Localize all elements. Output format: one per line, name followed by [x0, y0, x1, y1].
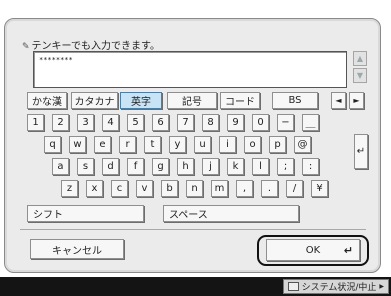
char-key[interactable]: ,	[236, 180, 253, 197]
char-key[interactable]: h	[177, 158, 194, 175]
char-key[interactable]: .	[261, 180, 278, 197]
char-key[interactable]: f	[127, 158, 144, 175]
char-key[interactable]: w	[69, 136, 86, 153]
mode-kigou[interactable]: 記号	[167, 92, 217, 109]
char-key[interactable]: ;	[277, 158, 294, 175]
char-key[interactable]: /	[286, 180, 303, 197]
hint-text: ✎ テンキーでも入力できます。	[22, 37, 160, 52]
play-arrow-icon: ▶	[379, 283, 384, 290]
char-key[interactable]: l	[252, 158, 269, 175]
char-key[interactable]: 8	[202, 114, 219, 131]
char-key[interactable]: k	[227, 158, 244, 175]
char-key[interactable]: −	[277, 114, 294, 131]
char-key[interactable]: m	[211, 180, 228, 197]
char-key[interactable]: 2	[52, 114, 69, 131]
char-key[interactable]: b	[161, 180, 178, 197]
char-key[interactable]: ¥	[311, 180, 328, 197]
ok-button[interactable]: OK ↵	[266, 239, 360, 261]
system-status-button[interactable]: システム状況/中止 ▶	[282, 279, 389, 294]
enter-icon: ↵	[343, 244, 353, 257]
char-key[interactable]: p	[269, 136, 286, 153]
pencil-icon: ✎	[22, 42, 30, 52]
backspace-key[interactable]: BS	[272, 92, 318, 109]
scroll-down-button[interactable]: ▼	[353, 68, 367, 83]
char-key[interactable]: s	[77, 158, 94, 175]
char-key[interactable]: 3	[77, 114, 94, 131]
char-key[interactable]: 5	[127, 114, 144, 131]
char-key[interactable]: q	[44, 136, 61, 153]
cancel-button[interactable]: キャンセル	[30, 239, 124, 259]
char-key[interactable]: i	[219, 136, 236, 153]
char-key[interactable]: e	[94, 136, 111, 153]
char-key[interactable]: 0	[252, 114, 269, 131]
char-key[interactable]: 9	[227, 114, 244, 131]
char-key[interactable]: c	[111, 180, 128, 197]
scroll-up-button[interactable]: ▲	[353, 51, 367, 66]
char-key[interactable]: ＿	[302, 114, 319, 131]
monitor-icon	[287, 282, 299, 291]
char-key[interactable]: 4	[102, 114, 119, 131]
system-status-label: システム状況/中止	[301, 283, 377, 293]
char-key[interactable]: r	[119, 136, 136, 153]
char-key[interactable]: y	[169, 136, 186, 153]
char-key[interactable]: u	[194, 136, 211, 153]
char-key[interactable]: t	[144, 136, 161, 153]
mode-code[interactable]: コード	[220, 92, 260, 109]
cursor-right-button[interactable]: ►	[349, 92, 364, 109]
enter-key[interactable]: ↵	[354, 134, 368, 169]
char-key[interactable]: 7	[177, 114, 194, 131]
char-key[interactable]: x	[86, 180, 103, 197]
mode-katakana[interactable]: カタカナ	[71, 92, 118, 109]
cursor-left-button[interactable]: ◄	[331, 92, 346, 109]
status-bar: システム状況/中止 ▶	[0, 277, 391, 296]
char-key[interactable]: :	[302, 158, 319, 175]
space-key[interactable]: スペース	[163, 205, 299, 222]
char-key[interactable]: a	[52, 158, 69, 175]
divider	[20, 229, 366, 230]
shift-key[interactable]: シフト	[27, 205, 144, 222]
char-key[interactable]: z	[61, 180, 78, 197]
mode-eiji-selected[interactable]: 英字	[120, 92, 162, 109]
char-key[interactable]: 6	[152, 114, 169, 131]
char-key[interactable]: 1	[27, 114, 44, 131]
char-key[interactable]: d	[102, 158, 119, 175]
mode-kana-kanji[interactable]: かな漢	[27, 92, 67, 109]
char-key[interactable]: o	[244, 136, 261, 153]
char-key[interactable]: n	[186, 180, 203, 197]
char-key[interactable]: @	[294, 136, 311, 153]
text-input[interactable]: ********	[33, 51, 347, 88]
ok-label: OK	[305, 244, 321, 256]
char-key[interactable]: g	[152, 158, 169, 175]
char-key[interactable]: j	[202, 158, 219, 175]
char-key[interactable]: v	[136, 180, 153, 197]
